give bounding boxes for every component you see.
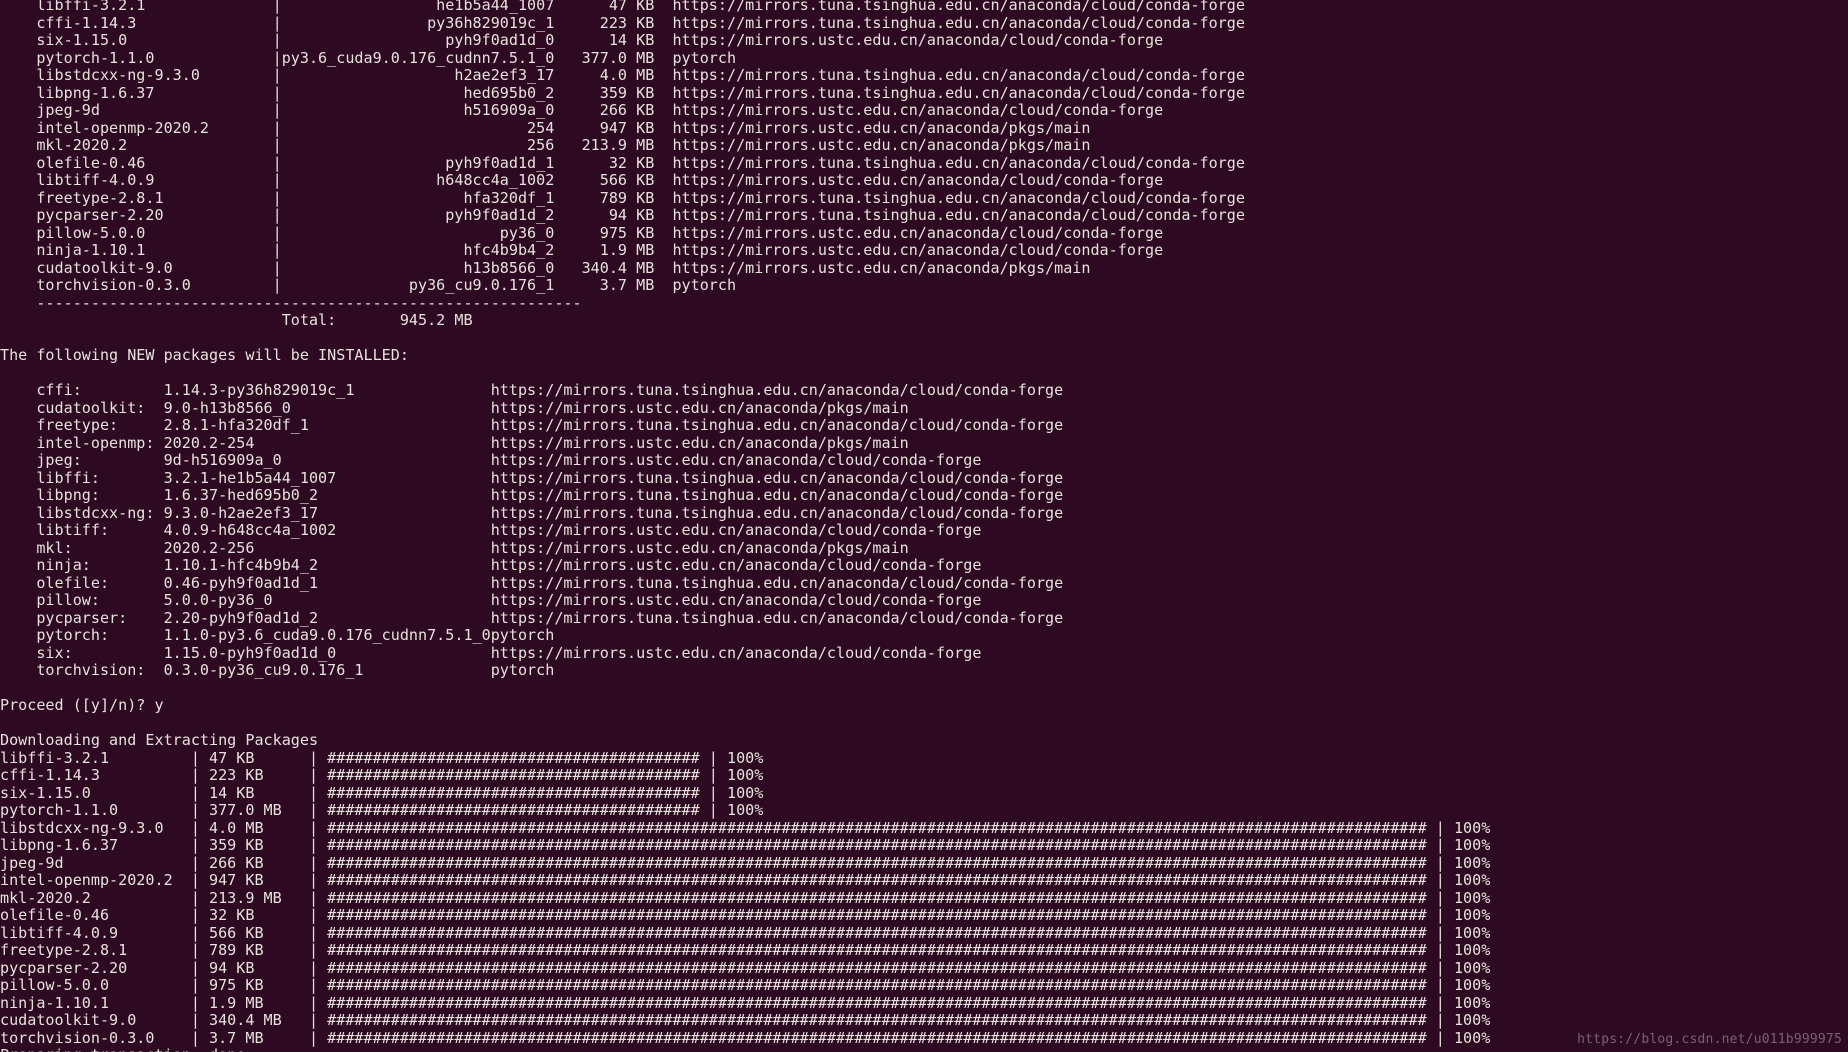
new-package-row: cudatoolkit: 9.0-h13b8566_0 https://mirr… xyxy=(0,399,909,417)
fetch-divider: ----------------------------------------… xyxy=(0,294,582,312)
download-progress-row: freetype-2.8.1 | 789 KB | ##############… xyxy=(0,942,1491,959)
new-package-row: libpng: 1.6.37-hed695b0_2 https://mirror… xyxy=(0,487,1064,504)
new-package-row: libtiff: 4.0.9-h648cc4a_1002 https://mir… xyxy=(0,522,982,539)
download-progress-row: libstdcxx-ng-9.3.0 | 4.0 MB | ##########… xyxy=(0,819,1491,837)
new-package-row: libstdcxx-ng: 9.3.0-h2ae2ef3_17 https://… xyxy=(0,504,1064,522)
fetch-row: olefile-0.46 | pyh9f0ad1d_1 32 KB https:… xyxy=(0,154,1245,172)
download-progress-row: pycparser-2.20 | 94 KB | ###############… xyxy=(0,959,1491,977)
fetch-row: six-1.15.0 | pyh9f0ad1d_0 14 KB https://… xyxy=(0,32,1164,49)
new-package-row: cffi: 1.14.3-py36h829019c_1 https://mirr… xyxy=(0,382,1064,399)
new-package-row: mkl: 2020.2-256 https://mirrors.ustc.edu… xyxy=(0,539,909,557)
fetch-row: freetype-2.8.1 | hfa320df_1 789 KB https… xyxy=(0,189,1245,207)
fetch-row: cffi-1.14.3 | py36h829019c_1 223 KB http… xyxy=(0,14,1245,32)
new-packages-heading: The following NEW packages will be INSTA… xyxy=(0,347,409,364)
fetch-row: libstdcxx-ng-9.3.0 | h2ae2ef3_17 4.0 MB … xyxy=(0,67,1245,84)
proceed-prompt: Proceed ([y]/n)? y xyxy=(0,697,164,714)
fetch-row: pillow-5.0.0 | py36_0 975 KB https://mir… xyxy=(0,224,1164,242)
download-progress-row: cudatoolkit-9.0 | 340.4 MB | ###########… xyxy=(0,1012,1491,1029)
fetch-row: libpng-1.6.37 | hed695b0_2 359 KB https:… xyxy=(0,84,1245,102)
download-progress-row: intel-openmp-2020.2 | 947 KB | #########… xyxy=(0,872,1491,889)
download-progress-row: libpng-1.6.37 | 359 KB | ###############… xyxy=(0,837,1491,854)
download-progress-row: olefile-0.46 | 32 KB | #################… xyxy=(0,907,1491,924)
download-progress-row: cffi-1.14.3 | 223 KB | #################… xyxy=(0,767,764,784)
new-package-row: olefile: 0.46-pyh9f0ad1d_1 https://mirro… xyxy=(0,574,1064,592)
new-package-row: freetype: 2.8.1-hfa320df_1 https://mirro… xyxy=(0,417,1064,434)
download-progress-row: torchvision-0.3.0 | 3.7 MB | ###########… xyxy=(0,1029,1491,1047)
new-package-row: pillow: 5.0.0-py36_0 https://mirrors.ust… xyxy=(0,592,982,609)
download-progress-row: jpeg-9d | 266 KB | #####################… xyxy=(0,854,1491,872)
new-package-row: jpeg: 9d-h516909a_0 https://mirrors.ustc… xyxy=(0,452,982,469)
preparing-transaction-line: Preparing transaction: done xyxy=(0,1047,1848,1052)
download-progress-row: libtiff-4.0.9 | 566 KB | ###############… xyxy=(0,924,1491,942)
new-package-row: intel-openmp: 2020.2-254 https://mirrors… xyxy=(0,434,909,452)
fetch-row: ninja-1.10.1 | hfc4b9b4_2 1.9 MB https:/… xyxy=(0,242,1164,259)
download-progress-row: pytorch-1.1.0 | 377.0 MB | #############… xyxy=(0,802,764,819)
fetch-total: Total: 945.2 MB xyxy=(0,312,473,329)
fetch-row: pycparser-2.20 | pyh9f0ad1d_2 94 KB http… xyxy=(0,207,1245,224)
new-package-row: torchvision: 0.3.0-py36_cu9.0.176_1 pyto… xyxy=(0,662,555,679)
new-package-row: ninja: 1.10.1-hfc4b9b4_2 https://mirrors… xyxy=(0,557,982,574)
fetch-row: cudatoolkit-9.0 | h13b8566_0 340.4 MB ht… xyxy=(0,259,1091,277)
download-progress-row: libffi-3.2.1 | 47 KB | #################… xyxy=(0,749,764,767)
fetch-row: intel-openmp-2020.2 | 254 947 KB https:/… xyxy=(0,119,1091,137)
fetch-row: pytorch-1.1.0 |py3.6_cuda9.0.176_cudnn7.… xyxy=(0,49,737,67)
new-package-row: libffi: 3.2.1-he1b5a44_1007 https://mirr… xyxy=(0,469,1064,487)
download-heading: Downloading and Extracting Packages xyxy=(0,732,319,749)
fetch-row: torchvision-0.3.0 | py36_cu9.0.176_1 3.7… xyxy=(0,277,737,294)
fetch-row: libtiff-4.0.9 | h648cc4a_1002 566 KB htt… xyxy=(0,172,1164,189)
download-progress-row: ninja-1.10.1 | 1.9 MB | ################… xyxy=(0,994,1491,1012)
new-package-row: six: 1.15.0-pyh9f0ad1d_0 https://mirrors… xyxy=(0,644,982,662)
terminal-window[interactable]: libffi-3.2.1 | he1b5a44_1007 47 KB https… xyxy=(0,0,1848,1052)
new-package-row: pytorch: 1.1.0-py3.6_cuda9.0.176_cudnn7.… xyxy=(0,627,555,644)
download-progress-row: six-1.15.0 | 14 KB | ###################… xyxy=(0,784,764,802)
fetch-row: libffi-3.2.1 | he1b5a44_1007 47 KB https… xyxy=(0,0,1245,14)
terminal-screen[interactable]: libffi-3.2.1 | he1b5a44_1007 47 KB https… xyxy=(0,0,1848,1052)
download-progress-row: mkl-2020.2 | 213.9 MB | ################… xyxy=(0,889,1491,907)
fetch-row: jpeg-9d | h516909a_0 266 KB https://mirr… xyxy=(0,102,1164,119)
download-progress-row: pillow-5.0.0 | 975 KB | ################… xyxy=(0,977,1491,994)
new-package-row: pycparser: 2.20-pyh9f0ad1d_2 https://mir… xyxy=(0,609,1064,627)
fetch-row: mkl-2020.2 | 256 213.9 MB https://mirror… xyxy=(0,137,1091,154)
